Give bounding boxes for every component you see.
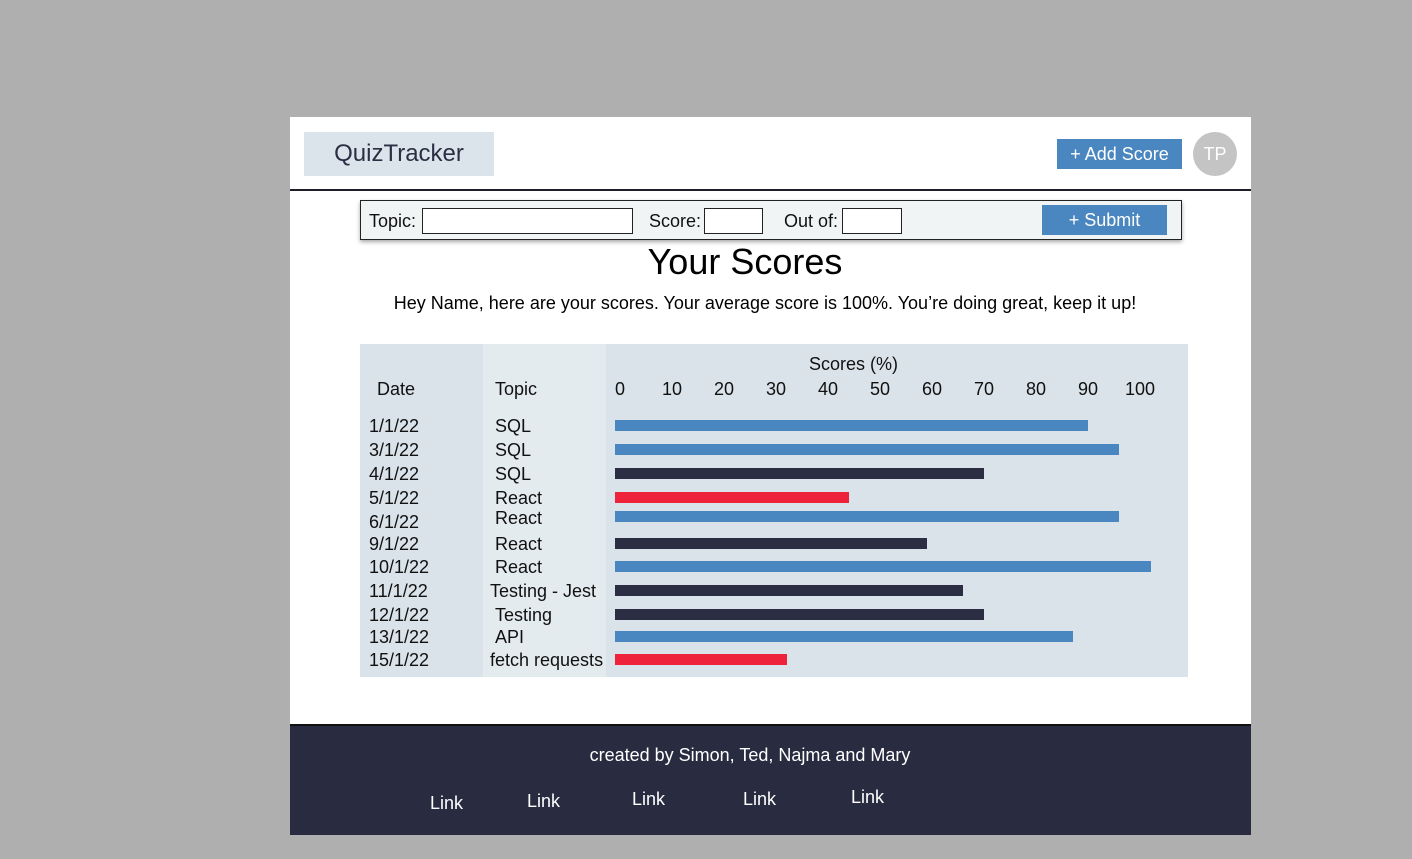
- row-topic: SQL: [495, 416, 532, 436]
- score-bar: [615, 420, 1089, 431]
- scores-table: Date Topic Scores (%) 0 10 20 30 40 50 60 70 80 9…: [360, 344, 1188, 677]
- date-header: Date: [377, 379, 416, 399]
- footer-link[interactable]: Link: [430, 793, 463, 814]
- row-date: 9/1/22: [369, 534, 420, 554]
- x-tick-label: 90: [1077, 379, 1099, 399]
- header-divider: [290, 189, 1251, 191]
- x-tick-label: 100: [1124, 379, 1156, 399]
- topic-input[interactable]: [422, 208, 633, 234]
- score-bar: [615, 511, 1120, 522]
- brand-logo[interactable]: QuizTracker: [304, 132, 494, 176]
- row-topic: SQL: [495, 464, 532, 484]
- row-date: 15/1/22: [369, 650, 430, 670]
- row-date: 11/1/22: [369, 581, 428, 601]
- row-topic: Testing - Jest: [490, 581, 597, 601]
- score-bar: [615, 561, 1151, 572]
- x-tick-label: 50: [869, 379, 891, 399]
- row-date: 4/1/22: [369, 464, 420, 484]
- row-date: 10/1/22: [369, 557, 430, 577]
- x-tick-label: 0: [614, 379, 626, 399]
- score-bar: [615, 468, 985, 479]
- chart-title: Scores (%): [809, 354, 899, 374]
- add-score-button[interactable]: + Add Score: [1057, 139, 1182, 169]
- score-input[interactable]: [704, 208, 763, 234]
- row-date: 1/1/22: [369, 416, 420, 436]
- add-score-form: Topic: Score: Out of: + Submit: [360, 200, 1182, 240]
- x-tick-label: 40: [817, 379, 839, 399]
- submit-button[interactable]: + Submit: [1042, 205, 1167, 235]
- row-date: 3/1/22: [369, 440, 420, 460]
- score-bar: [615, 631, 1073, 642]
- app-window: QuizTracker + Add Score TP Topic: Score:…: [290, 117, 1251, 835]
- score-bar: [615, 609, 985, 620]
- user-avatar[interactable]: TP: [1193, 132, 1237, 176]
- score-summary: Hey Name, here are your scores. Your ave…: [393, 293, 1137, 313]
- row-date: 12/1/22: [369, 605, 430, 625]
- score-bar: [615, 444, 1120, 455]
- row-date: 6/1/22: [369, 512, 420, 532]
- footer: created by Simon, Ted, Najma and Mary Li…: [290, 724, 1251, 835]
- row-topic: fetch requests: [490, 650, 604, 670]
- row-topic: React: [495, 557, 543, 577]
- footer-link[interactable]: Link: [743, 789, 776, 810]
- score-bar: [615, 585, 964, 596]
- x-tick-label: 70: [973, 379, 995, 399]
- topic-header: Topic: [495, 379, 538, 399]
- row-topic: React: [495, 488, 543, 508]
- score-bar: [615, 654, 787, 665]
- footer-link[interactable]: Link: [632, 789, 665, 810]
- x-tick-label: 10: [661, 379, 683, 399]
- footer-divider: [290, 724, 1251, 726]
- topic-label: Topic:: [369, 211, 417, 231]
- row-topic: React: [495, 508, 543, 528]
- row-topic: React: [495, 534, 543, 554]
- x-tick-label: 80: [1025, 379, 1047, 399]
- footer-link[interactable]: Link: [851, 787, 884, 808]
- row-topic: SQL: [495, 440, 532, 460]
- score-bar: [615, 538, 927, 549]
- footer-credit: created by Simon, Ted, Najma and Mary: [589, 745, 911, 765]
- page-title: Your Scores: [647, 241, 843, 282]
- out-of-input[interactable]: [842, 208, 902, 234]
- score-bar: [615, 492, 849, 503]
- row-date: 13/1/22: [369, 627, 430, 647]
- score-label: Score:: [649, 211, 702, 231]
- x-tick-label: 30: [765, 379, 787, 399]
- row-topic: API: [495, 627, 525, 647]
- x-tick-label: 60: [921, 379, 943, 399]
- out-of-label: Out of:: [784, 211, 839, 231]
- row-topic: Testing: [495, 605, 553, 625]
- x-tick-label: 20: [713, 379, 735, 399]
- footer-link[interactable]: Link: [527, 791, 560, 812]
- row-date: 5/1/22: [369, 488, 420, 508]
